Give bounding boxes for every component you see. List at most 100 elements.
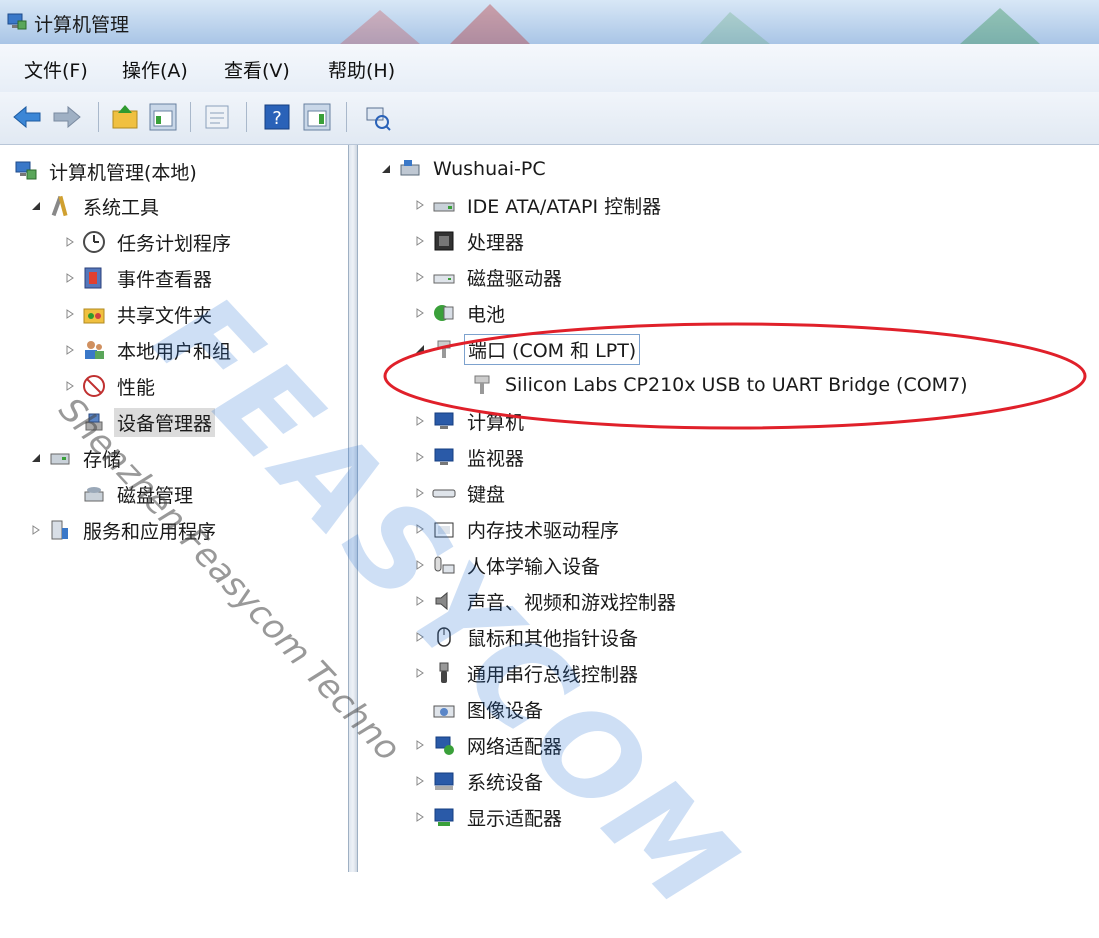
show-tree-icon[interactable] [148,102,178,132]
battery-icon [434,305,454,321]
expanded-arrow-icon[interactable] [28,450,44,466]
tree-item-local-users[interactable]: 本地用户和组 [62,334,234,366]
category-processors[interactable]: 处理器 [412,225,527,257]
collapsed-arrow-icon[interactable] [62,306,78,322]
tree-item-disk-management[interactable]: 磁盘管理 [82,478,196,510]
category-keyboards[interactable]: 键盘 [412,477,508,509]
disk-drive-icon [433,274,455,284]
services-icon [51,520,68,540]
expanded-arrow-icon[interactable] [28,198,44,214]
category-audio-video[interactable]: 声音、视频和游戏控制器 [412,585,679,617]
window-title-bar[interactable]: 计算机管理 [0,0,1099,44]
expanded-arrow-icon[interactable] [378,161,394,177]
tree-item-system-tools[interactable]: 系统工具 [28,190,162,222]
category-imaging[interactable]: 图像设备 [432,693,546,725]
pane-splitter[interactable] [348,145,358,872]
toolbar-separator [246,102,247,132]
tree-item-label: 共享文件夹 [117,304,213,327]
collapsed-arrow-icon[interactable] [412,521,428,537]
serial-port-icon [474,375,490,394]
category-usb[interactable]: 通用串行总线控制器 [412,657,641,689]
category-network[interactable]: 网络适配器 [412,729,565,761]
menu-view[interactable]: 查看(V) [224,56,290,83]
tree-item-label: 磁盘管理 [117,484,194,507]
collapsed-arrow-icon[interactable] [412,413,428,429]
category-mice[interactable]: 鼠标和其他指针设备 [412,621,641,653]
expanded-arrow-icon[interactable] [412,341,428,357]
processor-icon [434,231,454,251]
ide-controller-icon [433,202,455,212]
collapsed-arrow-icon[interactable] [28,522,44,538]
tree-item-label: Silicon Labs CP210x USB to UART Bridge (… [505,374,968,396]
performance-icon [83,375,105,397]
category-memory-tech[interactable]: 内存技术驱动程序 [412,513,622,545]
display-adapter-icon [434,808,454,826]
category-batteries[interactable]: 电池 [412,297,508,329]
collapsed-arrow-icon[interactable] [412,305,428,321]
help-icon[interactable]: ? [262,102,292,132]
disk-management-icon [84,487,104,502]
mouse-icon [437,627,451,647]
action-pane-icon[interactable] [302,102,332,132]
menu-help[interactable]: 帮助(H) [328,56,395,83]
category-display-adapters[interactable]: 显示适配器 [412,801,565,833]
users-icon [85,341,104,359]
tree-item-label: 端口 (COM 和 LPT) [464,333,641,365]
collapsed-arrow-icon[interactable] [412,629,428,645]
category-system-devices[interactable]: 系统设备 [412,765,546,797]
hid-icon [434,556,455,574]
keyboard-icon [432,489,456,498]
category-disk-drives[interactable]: 磁盘驱动器 [412,261,565,293]
category-monitors[interactable]: 监视器 [412,441,527,473]
device-manager-icon [85,413,103,431]
tree-item-label: 处理器 [467,231,525,254]
collapsed-arrow-icon[interactable] [412,233,428,249]
tree-item-services-applications[interactable]: 服务和应用程序 [28,514,219,546]
up-folder-icon[interactable] [110,102,140,132]
collapsed-arrow-icon[interactable] [62,270,78,286]
tree-item-performance[interactable]: 性能 [62,370,158,402]
usb-icon [439,662,449,683]
collapsed-arrow-icon[interactable] [412,557,428,573]
scan-hardware-icon[interactable] [362,102,392,132]
menu-file[interactable]: 文件(F) [24,56,88,83]
tree-item-event-viewer[interactable]: 事件查看器 [62,262,215,294]
tree-item-label: 网络适配器 [467,735,563,758]
collapsed-arrow-icon[interactable] [412,773,428,789]
network-adapter-icon [435,736,454,755]
collapsed-arrow-icon[interactable] [62,378,78,394]
collapsed-arrow-icon[interactable] [412,449,428,465]
collapsed-arrow-icon[interactable] [412,197,428,213]
forward-arrow-icon[interactable] [52,102,82,132]
tree-item-label: 性能 [117,376,156,399]
tree-item-shared-folders[interactable]: 共享文件夹 [62,298,215,330]
toolbar: ? [0,92,1099,145]
tree-item-label: 内存技术驱动程序 [467,519,620,542]
category-hid[interactable]: 人体学输入设备 [412,549,603,581]
category-ide-ata[interactable]: IDE ATA/ATAPI 控制器 [412,189,664,221]
collapsed-arrow-icon[interactable] [412,593,428,609]
tree-item-label: 人体学输入设备 [467,555,601,578]
category-ports[interactable]: 端口 (COM 和 LPT) [412,333,641,365]
tree-item-computer-management-local[interactable]: 计算机管理(本地) [14,155,200,187]
collapsed-arrow-icon[interactable] [62,234,78,250]
menu-action[interactable]: 操作(A) [122,56,188,83]
back-arrow-icon[interactable] [12,102,42,132]
collapsed-arrow-icon[interactable] [62,342,78,358]
device-cp210x-com7[interactable]: Silicon Labs CP210x USB to UART Bridge (… [470,369,971,401]
collapsed-arrow-icon[interactable] [412,269,428,285]
tree-item-storage[interactable]: 存储 [28,442,124,474]
menu-bar: 文件(F) 操作(A) 查看(V) 帮助(H) [0,44,1099,93]
tree-item-label: 图像设备 [467,699,544,722]
category-computer[interactable]: 计算机 [412,405,527,437]
toolbar-separator [190,102,191,132]
collapsed-arrow-icon[interactable] [412,737,428,753]
tree-item-label: 任务计划程序 [117,232,232,255]
properties-icon[interactable] [202,102,232,132]
collapsed-arrow-icon[interactable] [412,485,428,501]
tree-item-task-scheduler[interactable]: 任务计划程序 [62,226,234,258]
collapsed-arrow-icon[interactable] [412,809,428,825]
collapsed-arrow-icon[interactable] [412,665,428,681]
tree-item-device-manager[interactable]: 设备管理器 [82,406,216,438]
device-tree-root[interactable]: Wushuai-PC [378,153,549,185]
